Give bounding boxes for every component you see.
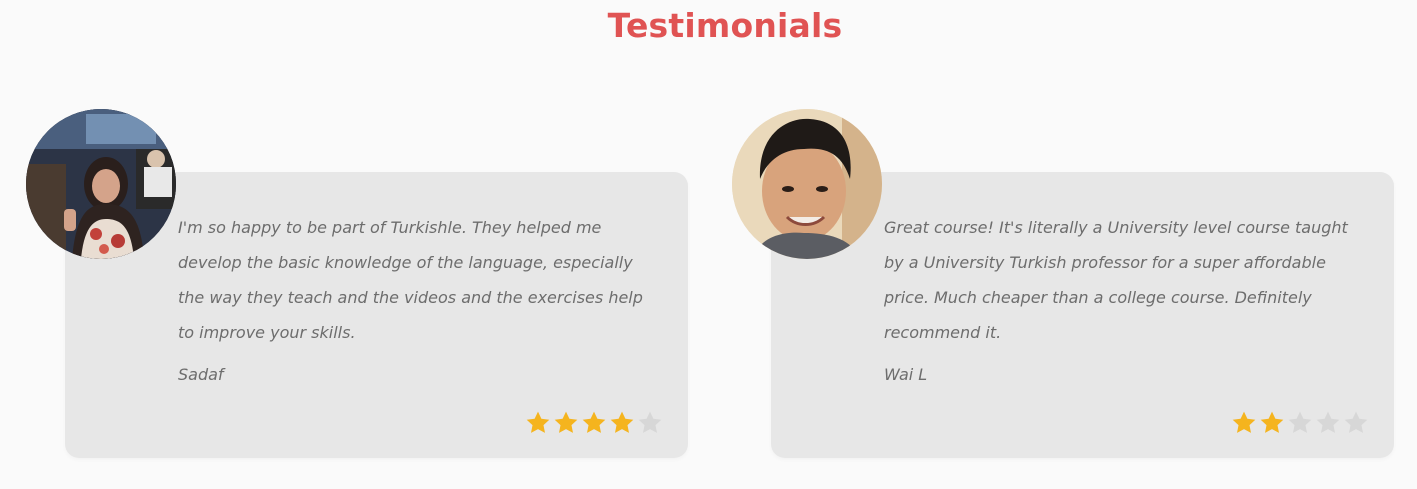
star-icon [1258, 409, 1286, 437]
testimonials-section: Testimonials I'm so happy to be part of … [0, 0, 1417, 489]
star-rating [524, 409, 664, 437]
star-rating [1230, 409, 1370, 437]
avatar [26, 109, 176, 259]
testimonial-author: Wai L [884, 365, 928, 384]
testimonial-quote: Great course! It's literally a Universit… [884, 218, 1348, 342]
star-icon [1342, 409, 1370, 437]
star-icon [1314, 409, 1342, 437]
star-icon [552, 409, 580, 437]
avatar [732, 109, 882, 259]
star-icon [524, 409, 552, 437]
section-title: Testimonials [607, 6, 843, 45]
testimonial-quote: I'm so happy to be part of Turkishle. Th… [178, 218, 643, 342]
star-icon [608, 409, 636, 437]
star-icon [580, 409, 608, 437]
user-photo-man [732, 109, 882, 259]
star-icon [1230, 409, 1258, 437]
star-icon [636, 409, 664, 437]
testimonial-author: Sadaf [178, 365, 224, 384]
star-icon [1286, 409, 1314, 437]
user-photo-woman [26, 109, 176, 259]
